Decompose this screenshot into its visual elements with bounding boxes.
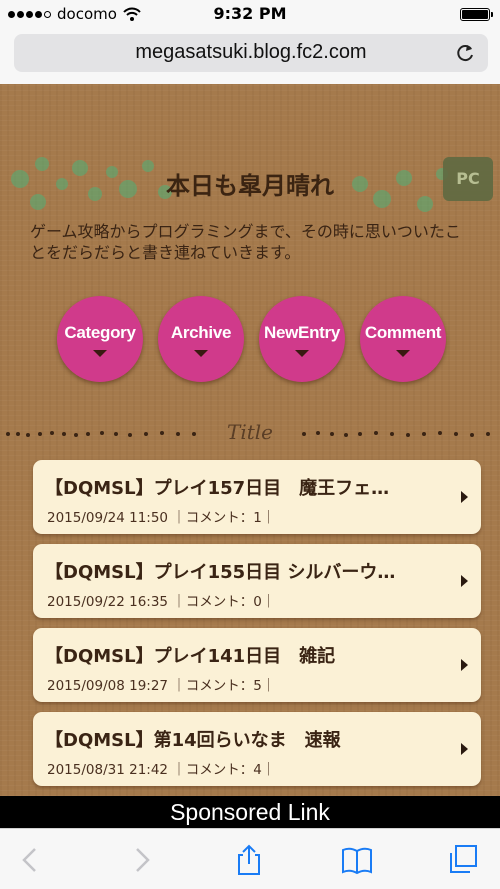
tabs-icon[interactable] [446, 843, 480, 877]
sponsored-link-bar[interactable]: Sponsored Link [0, 796, 500, 828]
web-page: 本日も皐月晴れ PC ゲーム攻略からプログラミングまで、その時に思いついたことを… [0, 84, 500, 796]
forward-arrow-icon[interactable] [124, 843, 158, 877]
caret-down-icon [93, 350, 107, 357]
pc-view-button[interactable]: PC [443, 157, 493, 201]
entry-meta: 2015/08/31 21:42 ｜コメント：4｜ [47, 762, 276, 778]
entry-item[interactable]: 【DQMSL】第14回らいなま 速報 2015/08/31 21:42 ｜コメン… [33, 712, 481, 786]
nav-archive-button[interactable]: Archive [158, 296, 244, 382]
entry-meta: 2015/09/08 19:27 ｜コメント：5｜ [47, 678, 276, 694]
nav-category-button[interactable]: Category [57, 296, 143, 382]
caret-down-icon [396, 350, 410, 357]
entry-title[interactable]: 【DQMSL】プレイ141日目 雑記 [45, 642, 445, 668]
reload-icon[interactable] [454, 42, 476, 64]
entry-item[interactable]: 【DQMSL】プレイ141日目 雑記 2015/09/08 19:27 ｜コメン… [33, 628, 481, 702]
entry-meta: 2015/09/22 16:35 ｜コメント：0｜ [47, 594, 276, 610]
entry-title[interactable]: 【DQMSL】プレイ157日目 魔王フェ… [45, 474, 445, 500]
address-bar[interactable]: megasatsuki.blog.fc2.com [14, 34, 488, 72]
chevron-right-icon [461, 743, 468, 755]
clock: 9:32 PM [213, 4, 287, 23]
nav-label: Category [64, 323, 136, 342]
battery-icon [460, 8, 493, 21]
status-bar: docomo 9:32 PM [0, 0, 500, 28]
bookmarks-icon[interactable] [340, 843, 374, 877]
entry-meta: 2015/09/24 11:50 ｜コメント：1｜ [47, 510, 276, 526]
nav-comment-button[interactable]: Comment [360, 296, 446, 382]
share-icon[interactable] [232, 843, 266, 877]
entry-list: 【DQMSL】プレイ157日目 魔王フェ… 2015/09/24 11:50 ｜… [33, 460, 481, 796]
nav-newentry-button[interactable]: NewEntry [259, 296, 345, 382]
back-arrow-icon[interactable] [14, 843, 48, 877]
nav-label: Archive [170, 323, 232, 342]
entry-title[interactable]: 【DQMSL】プレイ155日目 シルバーウ… [45, 558, 445, 584]
nav-label: NewEntry [263, 323, 340, 342]
chevron-right-icon [461, 491, 468, 503]
chevron-right-icon [461, 575, 468, 587]
caret-down-icon [295, 350, 309, 357]
browser-chrome: megasatsuki.blog.fc2.com [0, 28, 500, 84]
entry-title[interactable]: 【DQMSL】第14回らいなま 速報 [45, 726, 445, 752]
section-title: Title [226, 420, 273, 444]
entry-item[interactable]: 【DQMSL】プレイ155日目 シルバーウ… 2015/09/22 16:35 … [33, 544, 481, 618]
browser-toolbar [0, 828, 500, 889]
nav-menu: Category Archive NewEntry Comment [57, 296, 446, 382]
entry-item[interactable]: 【DQMSL】プレイ157日目 魔王フェ… 2015/09/24 11:50 ｜… [33, 460, 481, 534]
site-title[interactable]: 本日も皐月晴れ [0, 166, 500, 201]
caret-down-icon [194, 350, 208, 357]
url-text[interactable]: megasatsuki.blog.fc2.com [14, 41, 488, 64]
chevron-right-icon [461, 659, 468, 671]
nav-label: Comment [364, 323, 442, 342]
site-description: ゲーム攻略からプログラミングまで、その時に思いついたことをだらだらと書き連ねてい… [30, 222, 461, 262]
